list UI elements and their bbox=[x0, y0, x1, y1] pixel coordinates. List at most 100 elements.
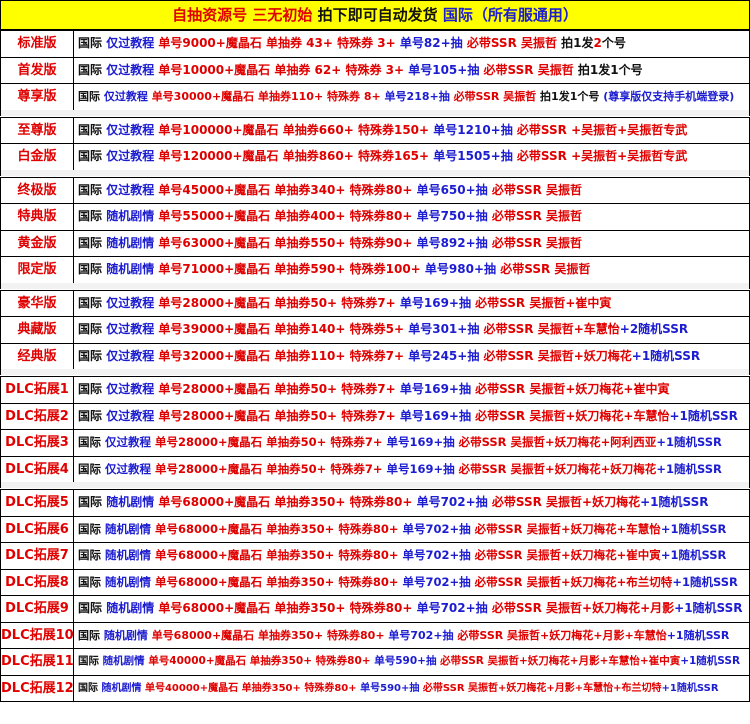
edition-details: 国际 仅过教程 单号28000+魔晶石 单抽券50+ 特殊券7+ 单号169+抽… bbox=[78, 377, 747, 403]
edition-label: DLC拓展5 bbox=[1, 490, 74, 516]
detail-segment: +1随机SSR bbox=[631, 348, 701, 363]
detail-segment: 国际 bbox=[78, 322, 107, 336]
edition-label: DLC拓展9 bbox=[1, 596, 74, 622]
detail-segment: 必带SSR 吴振哲+妖刀梅花 bbox=[483, 348, 632, 363]
detail-segment: 单号980+抽 bbox=[424, 262, 501, 276]
edition-details: 国际 随机剧情 单号68000+魔晶石 单抽券350+ 特殊券80+ 单号702… bbox=[78, 623, 747, 649]
detail-segment: 必带SSR 吴振哲 bbox=[500, 262, 591, 276]
detail-segment: 单号30000+魔晶石 单抽券110+ 特殊券 8+ bbox=[151, 90, 385, 103]
group-separator bbox=[0, 482, 750, 488]
table-row: 特典版 国际 随机剧情 单号55000+魔晶石 单抽券400+ 特殊券80+ 单号… bbox=[0, 203, 750, 230]
detail-segment: 仅过教程 bbox=[105, 435, 156, 449]
edition-details: 国际 仅过教程 单号120000+魔晶石 单抽券860+ 特殊券165+ 单号1… bbox=[78, 144, 747, 170]
table-row: DLC拓展2 国际 仅过教程 单号28000+魔晶石 单抽券50+ 特殊券7+ 单… bbox=[0, 402, 750, 429]
detail-segment: 单号590+抽 bbox=[360, 682, 423, 694]
detail-segment: 必带SSR 吴振哲 bbox=[466, 36, 562, 50]
detail-segment: 必带SSR 吴振哲+妖刀梅花+车慧怡 bbox=[475, 408, 670, 423]
table-row: DLC拓展12 国际 随机剧情 单号40000+魔晶石 单抽券350+ 特殊券80… bbox=[0, 674, 750, 702]
detail-segment: 国际 bbox=[78, 601, 107, 615]
table-row: 典藏版 国际 仅过教程 单号39000+魔晶石 单抽券140+ 特殊券5+ 单号3… bbox=[0, 316, 750, 343]
edition-label: 至尊版 bbox=[1, 117, 74, 143]
detail-segment: 单号68000+魔晶石 单抽券350+ 特殊券80+ bbox=[151, 628, 389, 642]
detail-segment: 单号169+抽 bbox=[399, 382, 476, 396]
detail-segment: 单号702+抽 bbox=[402, 574, 475, 589]
detail-segment: 仅过教程 bbox=[105, 461, 156, 476]
detail-segment: 随机剧情 bbox=[105, 521, 156, 536]
detail-segment: 单号9000+魔晶石 单抽券 43+ 特殊券 3+ bbox=[158, 36, 400, 50]
table-row: 豪华版 国际 仅过教程 单号28000+魔晶石 单抽券50+ 特殊券7+ 单号16… bbox=[0, 289, 750, 316]
detail-segment: +1随机SSR bbox=[680, 655, 741, 667]
edition-details: 国际 随机剧情 单号68000+魔晶石 单抽券350+ 特殊券80+ 单号702… bbox=[78, 517, 747, 543]
table-row: DLC拓展3 国际 仅过教程 单号28000+魔晶石 单抽券50+ 特殊券7+ 单… bbox=[0, 429, 750, 456]
detail-segment: 单号68000+魔晶石 单抽券350+ 特殊券80+ bbox=[155, 548, 403, 562]
detail-segment: 必带SSR 吴振哲 bbox=[491, 209, 583, 223]
edition-label: DLC拓展12 bbox=[1, 675, 74, 701]
detail-segment: 仅过教程 bbox=[106, 62, 159, 77]
edition-label: 尊享版 bbox=[1, 84, 74, 110]
edition-label: DLC拓展2 bbox=[1, 403, 74, 429]
edition-details: 国际 随机剧情 单号68000+魔晶石 单抽券350+ 特殊券80+ 单号702… bbox=[78, 596, 747, 622]
detail-segment: 国际 bbox=[78, 382, 107, 396]
edition-label: DLC拓展1 bbox=[1, 377, 74, 403]
detail-segment: 2 bbox=[593, 36, 602, 50]
edition-label: 豪华版 bbox=[1, 290, 74, 316]
detail-segment: 单号1505+抽 bbox=[433, 149, 517, 163]
edition-details: 国际 随机剧情 单号68000+魔晶石 单抽券350+ 特殊券80+ 单号702… bbox=[78, 570, 747, 596]
detail-segment: 单号702+抽 bbox=[402, 521, 475, 536]
table-row: DLC拓展6 国际 随机剧情 单号68000+魔晶石 单抽券350+ 特殊券80+… bbox=[0, 515, 750, 543]
detail-segment: 国际 bbox=[78, 62, 107, 77]
edition-label: DLC拓展4 bbox=[1, 456, 74, 482]
detail-segment: 单号702+抽 bbox=[416, 601, 492, 615]
table-row: DLC拓展11 国际 随机剧情 单号40000+魔晶石 单抽券350+ 特殊券80… bbox=[0, 648, 750, 675]
detail-segment: 随机剧情 bbox=[106, 262, 159, 276]
edition-details: 国际 随机剧情 单号40000+魔晶石 单抽券350+ 特殊券80+ 单号590… bbox=[78, 676, 747, 702]
edition-label: 典藏版 bbox=[1, 317, 74, 343]
detail-segment: +1随机SSR bbox=[669, 408, 738, 423]
detail-segment: 单号702+抽 bbox=[388, 628, 458, 642]
detail-segment: +1随机SSR bbox=[666, 628, 730, 642]
detail-segment: 必带SSR 吴振哲+妖刀梅花+崔中寅 bbox=[475, 382, 670, 396]
detail-segment: 单号68000+魔晶石 单抽券350+ 特殊券80+ bbox=[155, 521, 403, 536]
detail-segment: 单号245+抽 bbox=[408, 348, 484, 363]
detail-segment: 国际 bbox=[78, 209, 107, 223]
detail-segment: 仅过教程 bbox=[106, 182, 159, 197]
detail-segment: 单号1210+抽 bbox=[433, 122, 517, 137]
detail-segment: (尊享版仅支持手机端登录) bbox=[603, 90, 735, 103]
detail-segment: 必带SSR 吴振哲+妖刀梅花+月影+车慧怡+崔中寅 bbox=[440, 655, 681, 667]
detail-segment: 单号40000+魔晶石 单抽券350+ 特殊券80+ bbox=[144, 682, 361, 694]
detail-segment: 必带SSR +吴振哲+吴振哲专武 bbox=[516, 122, 688, 137]
detail-segment: 必带SSR 吴振哲+妖刀梅花+妖刀梅花 bbox=[458, 461, 657, 476]
edition-details: 国际 仅过教程 单号39000+魔晶石 单抽券140+ 特殊券5+ 单号301+… bbox=[78, 317, 747, 343]
header-seg: 国际（所有服通用） bbox=[442, 6, 578, 24]
detail-segment: 国际 bbox=[78, 262, 107, 276]
edition-label: 特典版 bbox=[1, 204, 74, 230]
edition-label: 白金版 bbox=[1, 144, 74, 170]
edition-details: 国际 仅过教程 单号28000+魔晶石 单抽券50+ 特殊券7+ 单号169+抽… bbox=[78, 457, 747, 483]
detail-segment: 国际 bbox=[78, 574, 106, 589]
edition-label: DLC拓展6 bbox=[1, 516, 74, 542]
detail-segment: 单号169+抽 bbox=[399, 408, 476, 423]
detail-segment: 仅过教程 bbox=[106, 348, 159, 363]
edition-details: 国际 仅过教程 单号28000+魔晶石 单抽券50+ 特殊券7+ 单号169+抽… bbox=[78, 430, 747, 456]
table-row: 尊享版 国际 仅过教程 单号30000+魔晶石 单抽券110+ 特殊券 8+ 单号… bbox=[0, 83, 750, 110]
edition-label: 终极版 bbox=[1, 177, 74, 203]
detail-segment: 单号105+抽 bbox=[408, 62, 484, 77]
detail-segment: 随机剧情 bbox=[105, 548, 156, 562]
detail-segment: 单号650+抽 bbox=[416, 182, 492, 197]
edition-label: 首发版 bbox=[1, 57, 74, 83]
detail-segment: +1随机SSR bbox=[661, 682, 719, 694]
detail-segment: 必带SSR 吴振哲+妖刀梅花+布兰切特 bbox=[474, 574, 673, 589]
detail-segment: 单号169+抽 bbox=[399, 295, 476, 310]
detail-segment: +1随机SSR bbox=[672, 574, 738, 589]
edition-label: 标准版 bbox=[1, 31, 74, 57]
edition-details: 国际 随机剧情 单号68000+魔晶石 单抽券350+ 特殊券80+ 单号702… bbox=[78, 543, 747, 569]
detail-segment: +1随机SSR bbox=[640, 495, 709, 509]
detail-segment: 单号28000+魔晶石 单抽券50+ 特殊券7+ bbox=[155, 435, 387, 449]
detail-segment: 必带SSR 吴振哲 bbox=[483, 62, 578, 77]
table-row: DLC拓展8 国际 随机剧情 单号68000+魔晶石 单抽券350+ 特殊券80+… bbox=[0, 568, 750, 596]
detail-segment: 单号45000+魔晶石 单抽券340+ 特殊券80+ bbox=[158, 182, 417, 197]
edition-details: 国际 仅过教程 单号100000+魔晶石 单抽券660+ 特殊券150+ 单号1… bbox=[78, 118, 747, 144]
detail-segment: 单号28000+魔晶石 单抽券50+ 特殊券7+ bbox=[155, 461, 387, 476]
detail-segment: 仅过教程 bbox=[106, 295, 159, 310]
table-row: DLC拓展7 国际 随机剧情 单号68000+魔晶石 单抽券350+ 特殊券80+… bbox=[0, 542, 750, 569]
